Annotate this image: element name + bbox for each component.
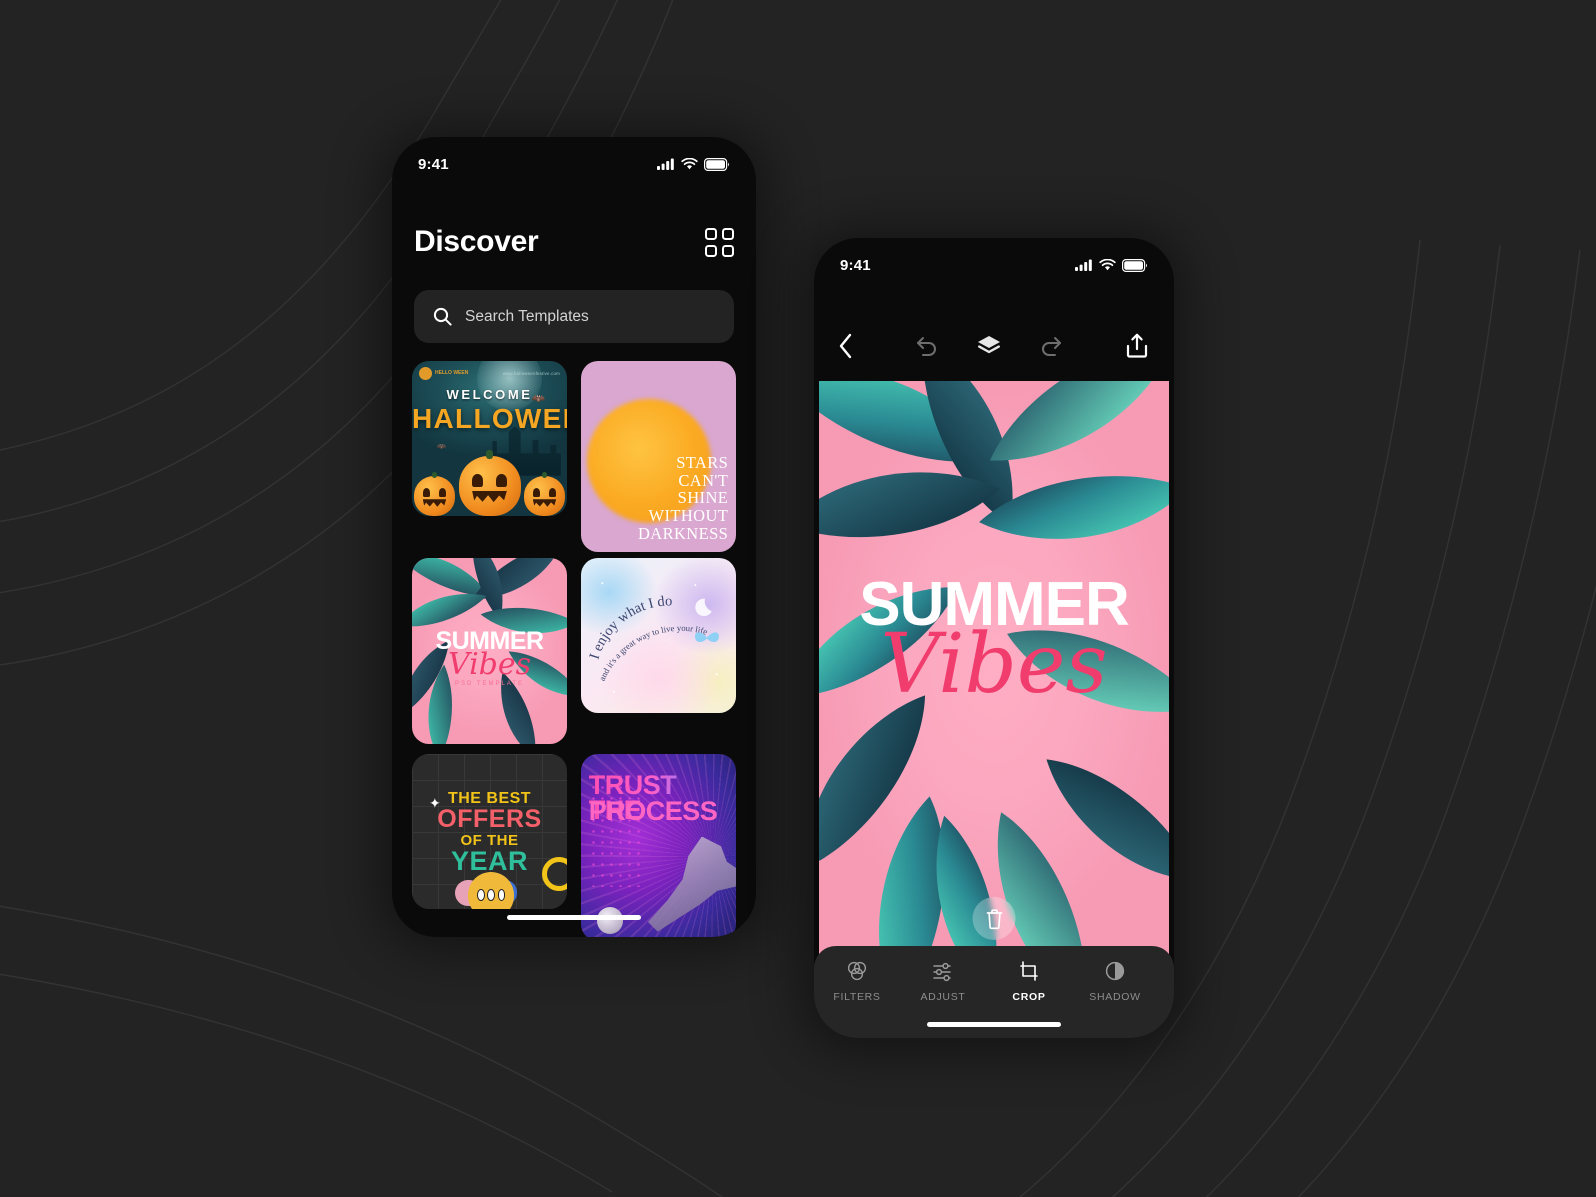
tool-label: CROP xyxy=(1012,991,1046,1003)
status-bar: 9:41 xyxy=(814,238,1174,284)
search-icon xyxy=(433,307,452,326)
trust-artwork: TRUST THE PROCESS xyxy=(581,754,736,937)
canvas-script: Vibes xyxy=(880,616,1108,712)
crop-icon xyxy=(1020,961,1038,981)
tool-shadow[interactable]: SHADOW xyxy=(1072,960,1158,1003)
tool-filters[interactable]: FILTERS xyxy=(814,960,900,1003)
tool-opacity[interactable]: OPACITY xyxy=(1158,960,1174,1003)
layers-icon xyxy=(978,336,1000,354)
tool-label: SHADOW xyxy=(1089,991,1141,1003)
shadow-contrast-icon xyxy=(1105,961,1125,981)
stars-artwork: STARS CAN'T SHINE WITHOUT DARKNESS xyxy=(581,361,736,553)
cellular-signal-icon xyxy=(657,158,674,170)
pastel-curved-text: I enjoy what I do and it's a great way t… xyxy=(587,581,719,693)
undo-icon xyxy=(917,337,936,356)
stars-quote-line: WITHOUT xyxy=(648,506,729,526)
stars-quote-line: STARS xyxy=(676,452,729,472)
summer-subtitle: PSD TEMPLATE xyxy=(454,680,525,687)
search-input[interactable]: Search Templates xyxy=(414,290,734,343)
discover-header: Discover xyxy=(392,225,756,259)
delete-layer-button[interactable] xyxy=(972,897,1016,940)
chevron-left-icon xyxy=(839,333,852,359)
undo-button[interactable] xyxy=(914,335,940,357)
export-button[interactable] xyxy=(1124,333,1150,359)
butterfly-icon xyxy=(694,632,719,642)
football-graphic xyxy=(596,907,623,934)
halloween-line2: HALLOWEEN xyxy=(412,402,567,434)
search-placeholder-text: Search Templates xyxy=(465,307,589,325)
halloween-line1: WELCOME xyxy=(446,387,533,403)
template-card-trust[interactable]: TRUST THE PROCESS xyxy=(581,754,736,937)
phone-editor-screen: 9:41 SUMMER Vibes FILTERS ADJUST CROP SH… xyxy=(814,238,1174,1038)
offers-line2: OFFERS xyxy=(437,805,542,834)
stars-quote: STARS CAN'T SHINE WITHOUT DARKNESS xyxy=(637,452,729,543)
template-card-stars[interactable]: STARS CAN'T SHINE WITHOUT DARKNESS xyxy=(581,361,736,553)
phone-discover-screen: 9:41 Discover Search Templates HELLO WEE… xyxy=(392,137,756,937)
editor-top-toolbar xyxy=(814,324,1174,368)
tool-adjust[interactable]: ADJUST xyxy=(900,960,986,1003)
decor-ring xyxy=(542,856,567,891)
status-time: 9:41 xyxy=(840,256,871,274)
page-title: Discover xyxy=(414,225,539,258)
template-card-summer[interactable]: SUMMER Vibes PSD TEMPLATE xyxy=(412,557,567,745)
summer-script: Vibes xyxy=(447,647,532,683)
canvas-summer-artwork: SUMMER Vibes xyxy=(819,381,1169,970)
status-bar: 9:41 xyxy=(392,137,756,183)
wifi-icon xyxy=(681,158,698,170)
pumpkins-graphic xyxy=(412,445,567,516)
tool-crop[interactable]: CROP xyxy=(986,960,1072,1003)
template-grid: HELLO WEEN www.halloweenfestive.com 🦇 🦇 … xyxy=(412,361,736,937)
cellular-signal-icon xyxy=(1075,259,1092,271)
pastel-artwork: I enjoy what I do and it's a great way t… xyxy=(581,557,736,713)
redo-button[interactable] xyxy=(1038,335,1064,357)
background-curve-pattern xyxy=(0,0,1596,1197)
tool-label: FILTERS xyxy=(833,991,881,1003)
battery-icon xyxy=(1122,258,1147,272)
status-time: 9:41 xyxy=(418,155,449,173)
template-card-halloween[interactable]: HELLO WEEN www.halloweenfestive.com 🦇 🦇 … xyxy=(412,361,567,516)
brand-badge-text: HELLO WEEN xyxy=(435,369,469,376)
summer-artwork: SUMMER Vibes PSD TEMPLATE xyxy=(412,557,567,745)
stars-quote-line: CAN'T xyxy=(678,470,729,490)
back-button[interactable] xyxy=(838,333,854,359)
template-card-offers[interactable]: ✦ THE BEST OFFERS OF THE YEAR xyxy=(412,754,567,910)
brand-badge: HELLO WEEN xyxy=(419,367,468,380)
home-indicator xyxy=(507,915,641,920)
home-indicator xyxy=(927,1022,1061,1027)
layers-button[interactable] xyxy=(976,334,1002,358)
editor-canvas[interactable]: SUMMER Vibes xyxy=(819,381,1169,970)
tool-label: ADJUST xyxy=(920,991,966,1003)
redo-icon xyxy=(1042,337,1061,356)
battery-icon xyxy=(704,157,729,171)
stars-quote-line: SHINE xyxy=(677,488,729,508)
stars-quote-line: DARKNESS xyxy=(637,523,729,543)
sliders-icon xyxy=(933,962,951,982)
filters-circles-icon xyxy=(847,961,867,981)
grid-view-icon[interactable] xyxy=(705,227,734,257)
trust-line2: PROCESS xyxy=(588,796,718,827)
wifi-icon xyxy=(1099,259,1116,271)
offers-artwork: ✦ THE BEST OFFERS OF THE YEAR xyxy=(412,754,567,910)
trash-icon xyxy=(986,908,1002,929)
template-card-pastel[interactable]: I enjoy what I do and it's a great way t… xyxy=(581,557,736,713)
halloween-artwork: HELLO WEEN www.halloweenfestive.com 🦇 🦇 … xyxy=(412,361,567,516)
export-upload-icon xyxy=(1126,333,1148,358)
halloween-url-text: www.halloweenfestive.com xyxy=(502,371,560,376)
